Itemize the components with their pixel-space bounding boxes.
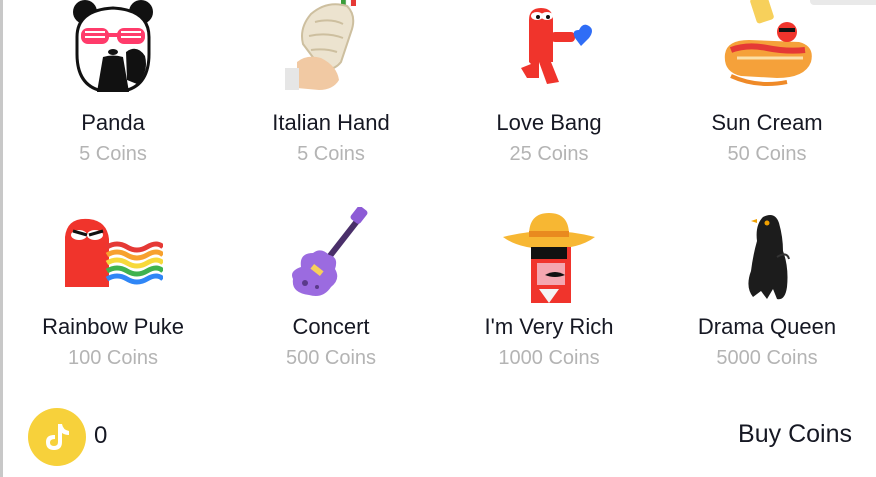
gift-price: 100 Coins [67, 347, 159, 369]
italian-hand-icon [281, 0, 381, 92]
gift-name: Love Bang [496, 110, 602, 135]
gift-name: Rainbow Puke [42, 314, 184, 339]
love-bang-icon [499, 0, 599, 92]
drama-queen-icon [717, 207, 817, 307]
guitar-icon [281, 207, 381, 307]
gift-price: 1000 Coins [498, 347, 600, 369]
sun-cream-icon [717, 0, 817, 92]
gift-grid: Panda 5 Coins Italian Hand 5 Coins Love … [4, 0, 876, 380]
gift-name: Concert [292, 314, 370, 339]
gift-price: 5 Coins [79, 143, 147, 165]
gift-price: 50 Coins [727, 143, 807, 165]
gift-name: Panda [81, 110, 145, 135]
tiktok-coin-icon [28, 408, 86, 466]
gift-price: 5 Coins [297, 143, 365, 165]
wallet-footer: 0 Buy Coins [0, 395, 876, 477]
gift-price: 5000 Coins [716, 347, 818, 369]
coin-balance: 0 [94, 422, 108, 449]
gift-name: I'm Very Rich [484, 314, 614, 339]
gift-price: 500 Coins [285, 347, 377, 369]
panda-icon [63, 0, 163, 92]
gift-name: Italian Hand [272, 110, 390, 135]
gift-name: Drama Queen [697, 314, 837, 339]
rainbow-puke-icon [63, 207, 163, 307]
gift-panel: Panda 5 Coins Italian Hand 5 Coins Love … [0, 0, 876, 477]
buy-coins-button[interactable]: Buy Coins [738, 420, 852, 449]
very-rich-icon [499, 207, 599, 307]
gift-name: Sun Cream [711, 110, 823, 135]
gift-price: 25 Coins [509, 143, 589, 165]
